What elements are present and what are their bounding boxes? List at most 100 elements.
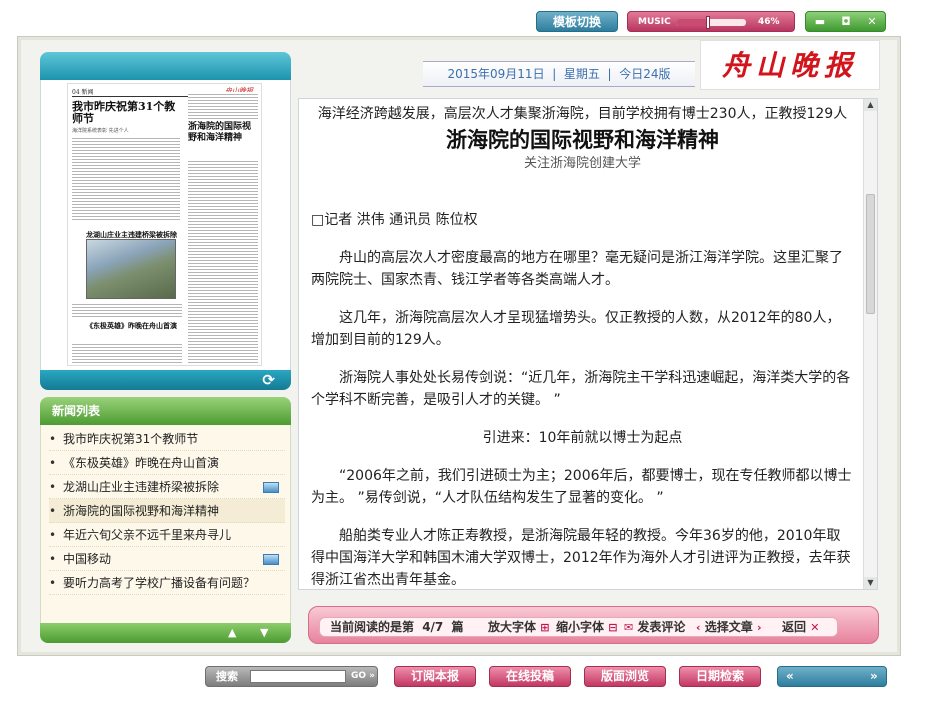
bullet-icon: • (49, 504, 57, 518)
thumb-text-block (188, 159, 258, 364)
article-paragraph: 舟山的高层次人才密度最高的地方在哪里？毫无疑问是浙江海洋学院。这里汇聚了两院院士… (311, 250, 843, 288)
article-headline: 浙海院的国际视野和海洋精神 (446, 128, 719, 152)
chevron-left-icon: ‹ (696, 621, 701, 634)
bottom-toolbar: 搜索 GO » 订阅本报 在线投稿 版面浏览 日期检索 « » (0, 666, 925, 690)
newspaper-logo: 舟山晚报 (700, 40, 880, 90)
news-list-title: 新闻列表 (40, 397, 291, 425)
thumb-text-block (72, 302, 182, 319)
article-area: 2015年09月11日 | 星期五 | 今日24版 舟山晚报 海洋经济跨越发展，… (295, 40, 895, 650)
news-list-item[interactable]: • 浙海院的国际视野和海洋精神 (49, 499, 285, 523)
thumbnail-header (40, 52, 291, 80)
close-icon[interactable]: ✕ (862, 12, 882, 32)
music-volume-knob[interactable] (706, 16, 711, 29)
bullet-icon: • (49, 528, 57, 542)
submit-article-button[interactable]: 在线投稿 (489, 666, 571, 687)
news-list-item-label: 我市昨庆祝第31个教师节 (63, 432, 199, 446)
news-list-item[interactable]: • 我市昨庆祝第31个教师节 (49, 427, 285, 451)
news-list-item-label: 龙湖山庄业主违建桥梁被拆除 (63, 480, 220, 494)
article-byline: □记者 洪伟 通讯员 陈位权 (311, 212, 478, 228)
newspaper-page-thumbnail[interactable]: 04 新闻 舟山晚报 我市昨庆祝第31个教师节 海洋院系统表彰 先进个人 浙海院… (67, 83, 262, 366)
issue-date: 2015年09月11日 (447, 67, 545, 81)
reading-position-value: 4/7 (422, 620, 444, 634)
choose-article-button[interactable]: ‹ 选择文章 › (696, 618, 761, 637)
reading-toolbar-inner: 当前阅读的是第 4/7 篇 放大字体 ⊞ 缩小字体 ⊟ ✉ 发表评论 ‹ 选择文… (319, 617, 838, 637)
scroll-down-arrow-icon[interactable]: ▼ (864, 577, 877, 589)
top-toolbar: 模板切换 MUSIC 46% ▬ ◘ ✕ (0, 10, 925, 34)
comment-label: 发表评论 (637, 620, 686, 634)
thumb-text-block (72, 136, 180, 221)
date-search-button[interactable]: 日期检索 (679, 666, 761, 687)
scroll-up-arrow-icon[interactable]: ▲ (864, 99, 877, 111)
search-input[interactable] (250, 670, 346, 683)
bullet-icon: • (49, 576, 57, 590)
news-list-item-label: 中国移动 (63, 552, 112, 566)
news-list-item[interactable]: • 龙湖山庄业主违建桥梁被拆除 (49, 475, 285, 499)
search-label: 搜索 (216, 670, 238, 683)
prev-page-icon[interactable]: « (786, 667, 794, 686)
window-controls: ▬ ◘ ✕ (805, 11, 886, 32)
scrollbar-thumb[interactable] (866, 194, 875, 314)
thumb-text-block (188, 92, 258, 120)
back-button[interactable]: 返回 ✕ (782, 618, 819, 637)
close-icon: ✕ (810, 621, 820, 634)
reading-toolbar: 当前阅读的是第 4/7 篇 放大字体 ⊞ 缩小字体 ⊟ ✉ 发表评论 ‹ 选择文… (308, 606, 879, 644)
thumb-text-block (72, 342, 182, 365)
restore-icon[interactable]: ◘ (836, 12, 856, 32)
next-page-icon[interactable]: » (870, 667, 878, 686)
article-viewer: 海洋经济跨越发展，高层次人才集聚浙海院，目前学校拥有博士230人，正教授129人… (298, 98, 878, 590)
news-list-item-label: 年近六旬父亲不远千里来舟寻儿 (63, 528, 232, 542)
news-list-item[interactable]: • 《东极英雄》昨晚在舟山首演 (49, 451, 285, 475)
enlarge-font-button[interactable]: 放大字体 ⊞ (488, 618, 549, 637)
reading-position: 当前阅读的是第 4/7 篇 (330, 618, 464, 636)
thumb-page-label: 04 新闻 (72, 89, 94, 96)
news-list-footer: ▲ ▼ (40, 623, 291, 643)
search-box: 搜索 GO » (205, 666, 378, 687)
thumb-headline[interactable]: 我市昨庆祝第31个教师节 (72, 101, 177, 125)
shrink-font-button[interactable]: 缩小字体 ⊟ (556, 618, 617, 637)
issue-edition: 今日24版 (619, 67, 671, 81)
article-scrollbar[interactable]: ▲ ▼ (863, 99, 877, 589)
image-icon (263, 482, 279, 493)
news-list-panel: 新闻列表 • 我市昨庆祝第31个教师节 • 《东极英雄》昨晚在舟山首演 • 龙湖山庄业主违… (40, 397, 291, 643)
image-icon (263, 554, 279, 565)
refresh-icon[interactable]: ⟳ (262, 370, 275, 390)
subscribe-button[interactable]: 订阅本报 (394, 666, 476, 687)
music-control: MUSIC 46% (627, 11, 795, 32)
minimize-icon[interactable]: ▬ (810, 12, 830, 32)
browse-pages-button[interactable]: 版面浏览 (584, 666, 666, 687)
news-list-item[interactable]: • 年近六旬父亲不远千里来舟寻儿 (49, 523, 285, 547)
music-volume-fill (676, 19, 709, 26)
bullet-icon: • (49, 552, 57, 566)
news-list-item[interactable]: • 要听力高考了学校广播设备有问题？ (49, 571, 285, 595)
page-thumbnail-panel: 04 新闻 舟山晚报 我市昨庆祝第31个教师节 海洋院系统表彰 先进个人 浙海院… (40, 52, 291, 390)
scroll-down-icon[interactable]: ▼ (260, 623, 268, 643)
choose-article-label: 选择文章 (704, 620, 753, 634)
template-switch-button[interactable]: 模板切换 (536, 11, 618, 32)
chevron-right-icon: › (756, 621, 762, 634)
news-list: • 我市昨庆祝第31个教师节 • 《东极英雄》昨晚在舟山首演 • 龙湖山庄业主违建桥梁被拆… (40, 425, 291, 623)
enlarge-font-label: 放大字体 (488, 620, 537, 634)
comment-button[interactable]: ✉ 发表评论 (624, 618, 685, 637)
music-volume-slider[interactable] (676, 16, 746, 29)
date-bar: 2015年09月11日 | 星期五 | 今日24版 (423, 61, 695, 87)
thumb-bottom-headline[interactable]: 《东极英雄》昨晚在舟山首演 (86, 321, 181, 330)
article-paragraph: “2006年之前，我们引进硕士为主；2006年后，都要博士，现在专任教师都以博士… (311, 468, 852, 506)
page-navigator: « » (777, 666, 887, 687)
article-section-title: 引进来：10年前就以博士为起点 (482, 430, 683, 446)
search-go-button[interactable]: GO » (351, 667, 375, 686)
thumb-side-headline[interactable]: 浙海院的国际视野和海洋精神 (188, 122, 258, 144)
scroll-up-icon[interactable]: ▲ (228, 623, 236, 643)
bullet-icon: • (49, 456, 57, 470)
reading-position-label: 当前阅读的是第 (330, 620, 415, 634)
article-paragraph: 浙海院人事处处长易传剑说：“近几年，浙海院主干学科迅速崛起，海洋类大学的各个学科… (311, 370, 851, 408)
bullet-icon: • (49, 432, 57, 446)
music-volume-percent: 46% (758, 17, 780, 27)
news-list-item-label: 浙海院的国际视野和海洋精神 (63, 504, 220, 518)
music-label: MUSIC (638, 17, 671, 27)
news-list-item[interactable]: • 中国移动 (49, 547, 285, 571)
article-intro: 海洋经济跨越发展，高层次人才集聚浙海院，目前学校拥有博士230人，正教授129人 (317, 106, 848, 122)
news-list-item-label: 要听力高考了学校广播设备有问题？ (63, 576, 256, 590)
thumbnail-footer: ⟳ (40, 370, 291, 390)
shrink-font-label: 缩小字体 (556, 620, 605, 634)
news-list-item-label: 《东极英雄》昨晚在舟山首演 (63, 456, 220, 470)
